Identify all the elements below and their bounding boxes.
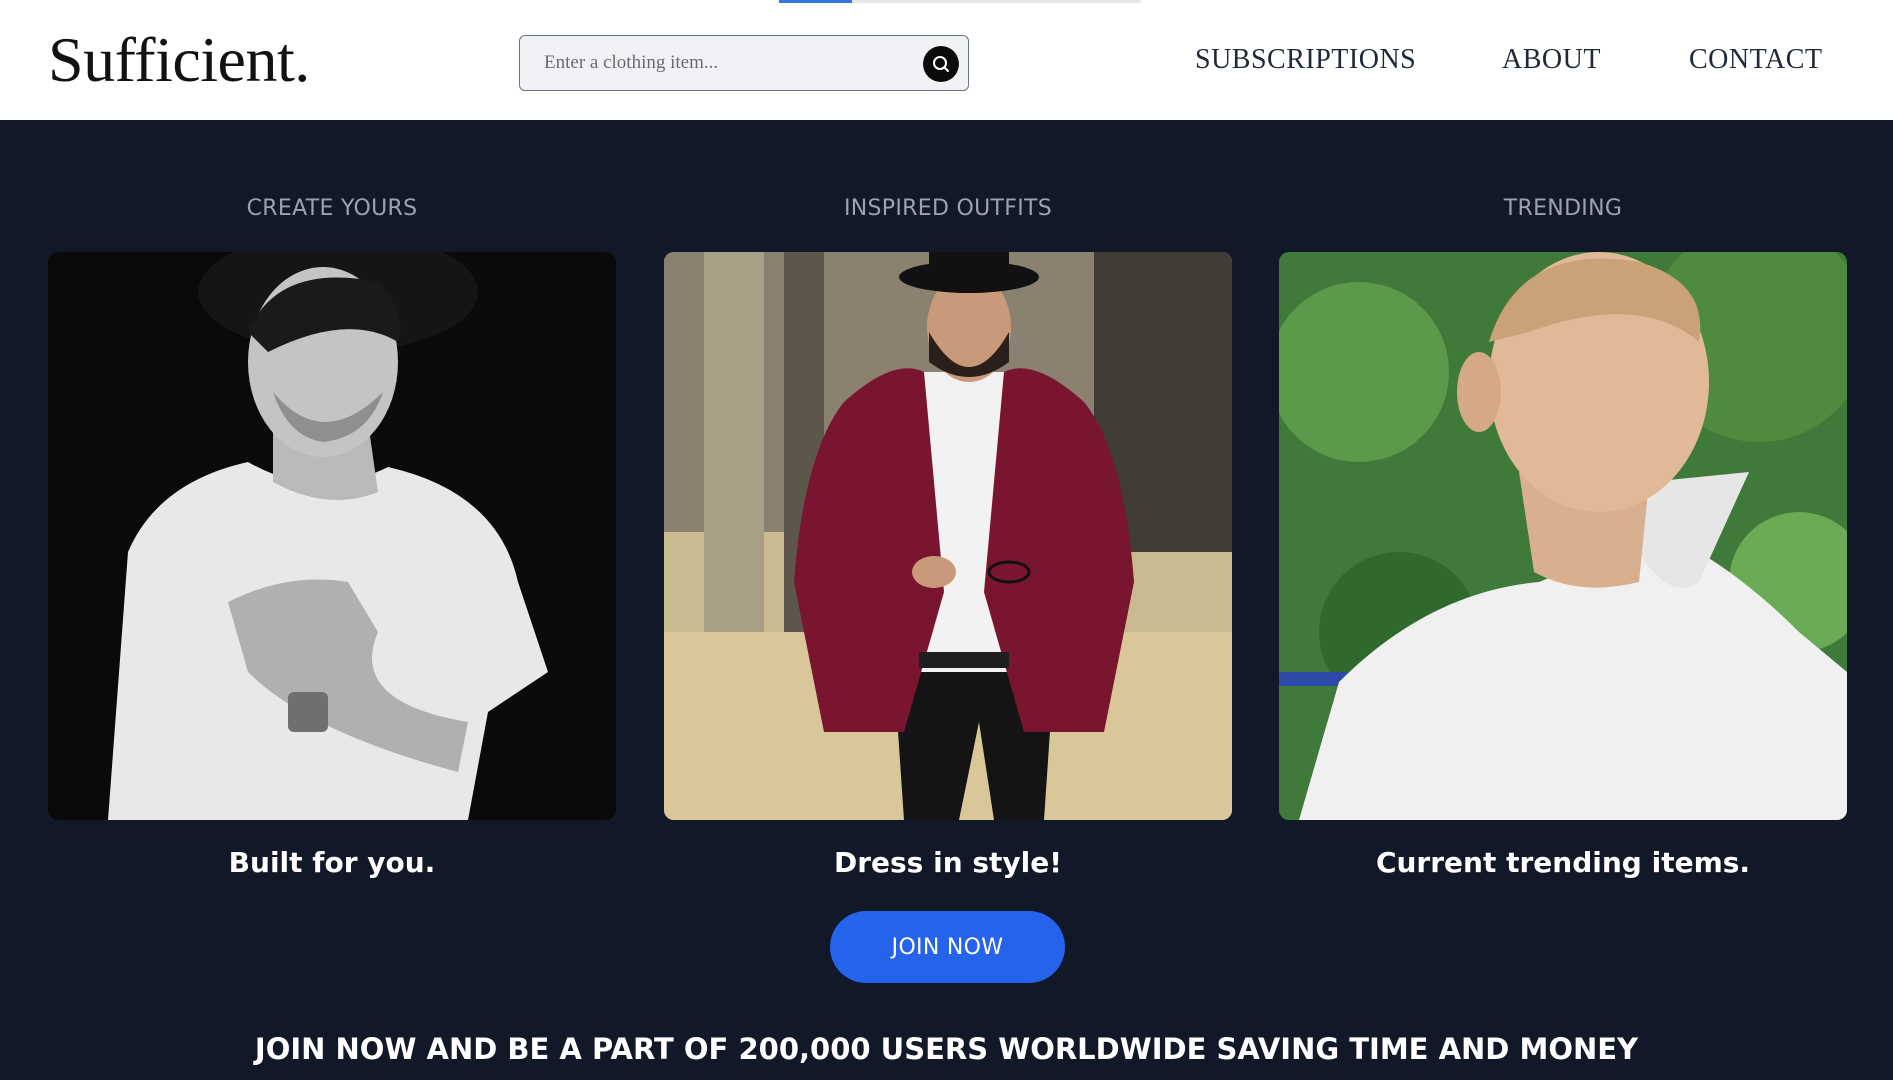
- card-heading: TRENDING: [1503, 196, 1623, 221]
- scroll-indicator-active: [779, 0, 852, 3]
- promo-headline: JOIN NOW AND BE A PART OF 200,000 USERS …: [254, 1032, 1639, 1066]
- card-image-inspired-outfits[interactable]: [664, 252, 1232, 820]
- site-logo[interactable]: Sufficient.: [48, 18, 310, 102]
- join-now-button[interactable]: JOIN NOW: [830, 911, 1065, 983]
- card-image-trending[interactable]: [1279, 252, 1847, 820]
- card-heading: CREATE YOURS: [246, 196, 418, 221]
- card-heading: INSPIRED OUTFITS: [844, 196, 1052, 221]
- card-caption: Dress in style!: [833, 846, 1063, 879]
- search-input[interactable]: [544, 36, 914, 90]
- main-content: CREATE YOURS Built for you. INSPIRED OUT…: [0, 120, 1893, 1080]
- search-icon: [933, 56, 949, 72]
- nav-subscriptions[interactable]: SUBSCRIPTIONS: [1195, 40, 1416, 80]
- nav-contact[interactable]: CONTACT: [1689, 40, 1822, 80]
- card-caption: Built for you.: [228, 846, 436, 879]
- search-button[interactable]: [923, 46, 959, 82]
- card-image-create-yours[interactable]: [48, 252, 616, 820]
- nav-about[interactable]: ABOUT: [1502, 40, 1601, 80]
- card-caption: Current trending items.: [1375, 846, 1751, 879]
- site-header: Sufficient. SUBSCRIPTIONS ABOUT CONTACT: [0, 0, 1893, 120]
- scroll-indicator: [779, 0, 1141, 3]
- search-bar: [519, 35, 969, 91]
